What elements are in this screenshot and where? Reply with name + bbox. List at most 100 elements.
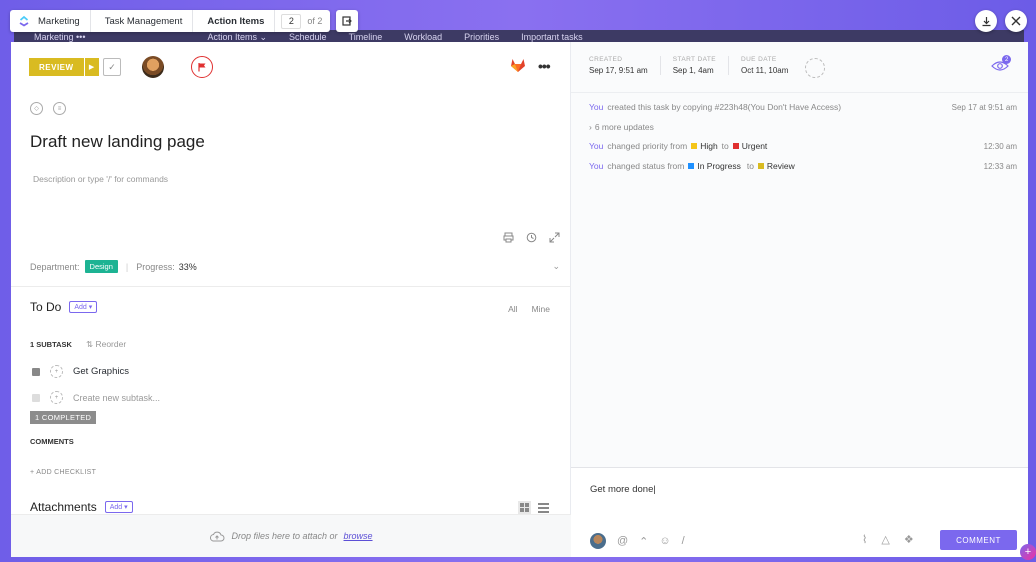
due-date-value[interactable]: Oct 11, 10am [741, 66, 788, 75]
new-subtask-input[interactable]: Create new subtask... [73, 393, 160, 403]
assignee-avatar[interactable] [142, 56, 164, 78]
quick-create-button[interactable]: + [1020, 544, 1036, 560]
close-button[interactable] [1005, 10, 1027, 32]
assign-icon[interactable]: + [50, 365, 63, 378]
activity-pane: CREATED Sep 17, 9:51 am START DATE Sep 1, … [571, 42, 1028, 557]
expand-icon[interactable] [549, 232, 560, 243]
high-flag-icon [691, 143, 698, 149]
start-date-value[interactable]: Sep 1, 4am [673, 66, 716, 75]
description-input[interactable]: Description or type '/' for commands [33, 174, 168, 184]
activity-item: You created this task by copying #223h48… [589, 102, 1017, 112]
grid-view-icon[interactable] [518, 501, 531, 514]
subtask-status-square[interactable] [32, 367, 40, 376]
more-updates-label[interactable]: 6 more updates [595, 122, 654, 132]
subtask-name[interactable]: Get Graphics [73, 366, 129, 377]
field-divider: | [125, 261, 129, 272]
file-dropzone[interactable]: Drop files here to attach or browse [11, 514, 571, 557]
breadcrumb-list[interactable]: Action Items [193, 10, 276, 32]
bg-tab: Marketing ••• [34, 32, 86, 42]
download-icon [982, 16, 990, 26]
cloud-upload-icon [210, 531, 225, 541]
history-icon[interactable] [526, 232, 537, 243]
comment-button[interactable]: COMMENT [940, 530, 1017, 550]
list-view-icon[interactable] [537, 501, 550, 514]
breadcrumb-label: Marketing [38, 15, 80, 27]
divider [11, 286, 571, 287]
department-badge[interactable]: Design [84, 260, 118, 273]
filter-mine[interactable]: Mine [532, 304, 550, 314]
print-icon[interactable] [503, 232, 514, 243]
activity-to: to [721, 141, 729, 151]
bg-tab: Important tasks [521, 32, 583, 42]
copy-link-button[interactable] [336, 10, 358, 32]
attachments-heading: Attachments [30, 500, 97, 514]
breadcrumb-label: Task Management [104, 15, 183, 27]
assign-icon[interactable]: + [50, 391, 63, 404]
due-date[interactable]: DUE DATE Oct 11, 10am [741, 56, 800, 75]
breadcrumb: Marketing Task Management Action Items 2… [10, 10, 331, 32]
start-date[interactable]: START DATE Sep 1, 4am [673, 56, 729, 75]
bg-tab: Priorities [464, 32, 500, 42]
task-title[interactable]: Draft new landing page [30, 132, 205, 152]
created-date: CREATED Sep 17, 9:51 am [589, 56, 661, 75]
task-dates: CREATED Sep 17, 9:51 am START DATE Sep 1, … [589, 56, 812, 75]
google-drive-icon[interactable]: △ [881, 533, 889, 546]
status-next-icon[interactable]: ▶ [84, 58, 99, 76]
priority-button[interactable] [191, 56, 213, 78]
emoji-icon[interactable]: ☺ [659, 535, 670, 547]
activity-user[interactable]: You [589, 161, 603, 171]
new-subtask-row[interactable]: + Create new subtask... [32, 391, 160, 404]
slash-command-icon[interactable]: / [682, 535, 685, 547]
complete-checkbox[interactable]: ✓ [103, 58, 121, 76]
mention-icon[interactable]: @ [617, 535, 628, 547]
task-pager: 2 of 2 [275, 10, 330, 32]
bg-tab: Workload [404, 32, 443, 42]
gitlab-icon[interactable] [510, 58, 526, 73]
todo-add-button[interactable]: Add ▾ [69, 301, 98, 313]
status-button[interactable]: REVIEW ▶ [29, 58, 99, 76]
dropbox-icon[interactable]: ❖ [904, 533, 914, 546]
copy-icon [342, 16, 352, 26]
add-checklist-button[interactable]: + ADD CHECKLIST [30, 469, 96, 476]
download-button[interactable] [975, 10, 997, 32]
divider [571, 92, 1028, 93]
completed-badge[interactable]: 1 COMPLETED [30, 411, 97, 424]
progress-value: 33% [178, 261, 197, 272]
bg-tab: Schedule [289, 32, 327, 42]
comment-input[interactable]: Get more done| [590, 484, 656, 495]
subtask-row[interactable]: + Get Graphics [32, 365, 129, 378]
activity-user[interactable]: You [589, 141, 603, 151]
browse-link[interactable]: browse [344, 531, 373, 541]
more-options-icon[interactable]: ••• [538, 58, 551, 74]
custom-fields: Department: Design | Progress: 33% ⌄ [30, 260, 560, 273]
activity-user[interactable]: You [589, 102, 603, 112]
more-updates-toggle[interactable]: › 6 more updates [589, 122, 1017, 132]
activity-text: changed status from [607, 161, 685, 171]
pager-total: of 2 [307, 16, 323, 26]
subtask-icon[interactable]: ≡ [53, 102, 66, 115]
chevron-down-icon[interactable]: ⌄ [552, 261, 560, 272]
avatar[interactable] [590, 533, 606, 549]
subtask-status-square [32, 393, 40, 402]
clickup-assign-icon[interactable]: ⌃ [639, 535, 648, 548]
attachments-add-button[interactable]: Add ▾ [104, 501, 133, 513]
created-value: Sep 17, 9:51 am [589, 66, 648, 75]
composer-toolbar: @ ⌃ ☺ / [590, 533, 685, 549]
filter-all[interactable]: All [508, 304, 517, 314]
breadcrumb-space[interactable]: Marketing [10, 10, 91, 32]
attachment-tools: ⌇ △ ❖ [862, 533, 914, 546]
reorder-button[interactable]: ⇅ Reorder [86, 339, 126, 350]
paperclip-icon[interactable]: ⌇ [862, 533, 867, 546]
activity-to: to [746, 161, 754, 171]
status-label[interactable]: REVIEW [29, 58, 84, 76]
drop-text: Drop files here to attach or [231, 531, 338, 541]
clickup-logo-icon [19, 15, 29, 27]
attachment-view-toggle [518, 501, 550, 514]
activity-item: You changed priority from High to Urgent… [589, 141, 1017, 151]
time-tracker-icon[interactable] [805, 58, 825, 78]
due-date-label: DUE DATE [740, 56, 777, 63]
breadcrumb-folder[interactable]: Task Management [91, 10, 194, 32]
pager-current[interactable]: 2 [281, 13, 302, 29]
bg-tab: Timeline [348, 32, 383, 42]
tag-icon[interactable]: ◇ [30, 102, 43, 115]
